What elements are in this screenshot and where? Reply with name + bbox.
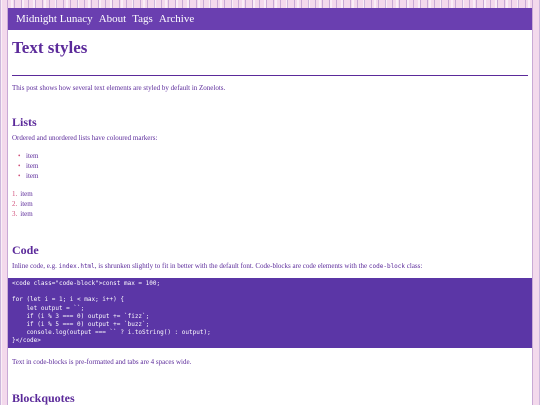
post-content: Text styles This post shows how several … bbox=[8, 30, 532, 405]
list-marker: 3. bbox=[12, 210, 18, 218]
list-item-label: item bbox=[20, 200, 33, 208]
list-item-label: item bbox=[20, 210, 33, 218]
code-intro-text: class: bbox=[405, 262, 423, 270]
unordered-list: item item item bbox=[12, 151, 528, 181]
code-heading: Code bbox=[12, 243, 39, 257]
code-block: <code class="code-block">const max = 100… bbox=[8, 278, 532, 348]
list-item: item bbox=[18, 151, 528, 161]
list-item: 2. item bbox=[12, 199, 528, 209]
ordered-list: 1. item 2. item 3. item bbox=[12, 189, 528, 219]
code-note: Text in code-blocks is pre-formatted and… bbox=[12, 357, 192, 366]
page-title: Text styles bbox=[12, 38, 88, 57]
title-divider bbox=[12, 75, 528, 76]
list-item: 3. item bbox=[12, 209, 528, 219]
nav-link-about[interactable]: About bbox=[99, 13, 127, 25]
list-item: item bbox=[18, 161, 528, 171]
lists-intro: Ordered and unordered lists have coloure… bbox=[12, 134, 158, 142]
post-intro: This post shows how several text element… bbox=[12, 84, 226, 92]
site-title-link[interactable]: Midnight Lunacy bbox=[16, 13, 93, 25]
blockquotes-heading: Blockquotes bbox=[12, 390, 75, 405]
lists-heading: Lists bbox=[12, 115, 37, 129]
top-navigation-bar: Midnight Lunacy About Tags Archive bbox=[8, 8, 532, 30]
list-item-label: item bbox=[20, 190, 33, 198]
nav-link-archive[interactable]: Archive bbox=[159, 13, 194, 25]
list-marker: 1. bbox=[12, 190, 18, 198]
code-intro-text: Inline code, e.g. bbox=[12, 262, 59, 270]
inline-code: code-block bbox=[368, 263, 406, 270]
code-intro-text: , is shrunken slightly to fit in better … bbox=[94, 262, 369, 270]
list-item: item bbox=[18, 171, 528, 181]
list-marker: 2. bbox=[12, 200, 18, 208]
list-item: 1. item bbox=[12, 189, 528, 199]
inline-code: index.html bbox=[58, 263, 95, 270]
code-intro: Inline code, e.g. index.html, is shrunke… bbox=[12, 262, 528, 271]
nav-link-tags[interactable]: Tags bbox=[132, 13, 153, 25]
